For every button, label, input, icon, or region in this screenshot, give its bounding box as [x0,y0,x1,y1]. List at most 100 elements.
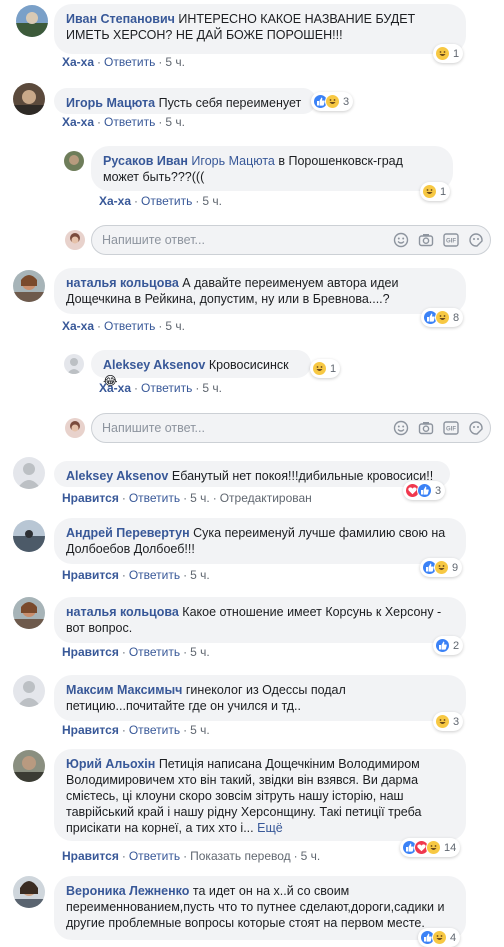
reaction-summary[interactable]: 4 [418,928,461,947]
reaction-button[interactable]: Нравится [62,645,119,659]
haha-icon [422,184,437,199]
comment-author[interactable]: Максим Максимыч [66,683,182,697]
reaction-button[interactable]: Нравится [62,723,119,737]
reaction-count: 1 [330,362,337,375]
comment-bubble: наталья кольцова А давайте переименуем а… [54,268,466,314]
see-more-link[interactable]: Ещё [257,821,283,835]
reaction-button[interactable]: Нравится [62,568,119,582]
avatar[interactable] [16,5,48,37]
reaction-count: 9 [452,561,459,574]
haha-icon [435,714,450,729]
avatar[interactable] [13,457,45,489]
comment-bubble: Иван Степанович ИНТЕРЕСНО КАКОЕ НАЗВАНИЕ… [54,4,466,54]
camera-icon[interactable] [418,420,434,436]
comment-time[interactable]: 5 ч. [190,491,210,505]
reaction-button[interactable]: Ха-ха [62,115,94,129]
reply-link[interactable]: Ответить [141,194,192,208]
reaction-button[interactable]: Ха-ха [99,381,131,395]
reaction-count: 2 [453,639,460,652]
reaction-summary[interactable]: 3 [433,712,464,731]
avatar[interactable] [64,151,84,171]
comment-author[interactable]: Aleksey Aksenov [103,358,205,372]
comment-actions: Нравится · Ответить · 5 ч. [62,723,210,737]
reaction-button[interactable]: Нравится [62,491,119,505]
reply-placeholder: Напишите ответ... [102,233,205,247]
reply-link[interactable]: Ответить [104,115,155,129]
reaction-summary[interactable]: 3 [311,92,354,111]
reaction-summary[interactable]: 1 [420,182,451,201]
comment-author[interactable]: наталья кольцова [66,605,179,619]
reaction-button[interactable]: Ха-ха [62,55,94,69]
reply-link[interactable]: Ответить [141,381,192,395]
reaction-summary[interactable]: 14 [400,838,461,857]
comment-time[interactable]: 5 ч. [190,645,210,659]
gif-icon[interactable]: GIF [443,420,459,436]
comment-bubble: Максим Максимыч гинеколог из Одессы пода… [54,675,466,721]
comment-author[interactable]: Вероника Лежненко [66,884,189,898]
comment-actions: Ха-ха · Ответить · 5 ч. [99,381,222,395]
gif-icon[interactable]: GIF [443,232,459,248]
comment-time[interactable]: 5 ч. [165,319,185,333]
reaction-button[interactable]: Ха-ха [62,319,94,333]
avatar[interactable] [13,597,45,629]
haha-icon [432,930,447,945]
comment-author[interactable]: Русаков Иван [103,154,188,168]
comment-author[interactable]: Игорь Мацюта [66,96,155,110]
avatar[interactable] [13,270,45,302]
reply-input[interactable]: Напишите ответ... GIF [91,413,491,443]
avatar[interactable] [64,354,84,374]
haha-icon [325,94,340,109]
comment-author[interactable]: наталья кольцова [66,276,179,290]
avatar[interactable] [13,675,45,707]
reaction-summary[interactable]: 3 [403,481,446,500]
emoji-icon[interactable] [393,232,409,248]
comment-author[interactable]: Иван Степанович [66,12,175,26]
avatar[interactable] [13,876,45,908]
reply-link[interactable]: Ответить [129,568,180,582]
reply-link[interactable]: Ответить [104,55,155,69]
reply-link[interactable]: Ответить [129,645,180,659]
haha-icon [312,361,327,376]
reply-link[interactable]: Ответить [104,319,155,333]
haha-icon [435,310,450,325]
emoji-icon[interactable] [393,420,409,436]
reaction-count: 3 [435,484,442,497]
reply-link[interactable]: Ответить [129,849,180,863]
comment-time[interactable]: 5 ч. [190,723,210,737]
comment-actions: Нравится · Ответить · 5 ч. · Отредактирован [62,491,312,505]
comment-time[interactable]: 5 ч. [301,849,321,863]
reaction-button[interactable]: Ха-ха [99,194,131,208]
reaction-count: 1 [440,185,447,198]
sticker-icon[interactable] [468,232,484,248]
reaction-summary[interactable]: 1 [310,359,341,378]
sticker-icon[interactable] [468,420,484,436]
reaction-summary[interactable]: 2 [433,636,464,655]
comment-time[interactable]: 5 ч. [190,568,210,582]
comment-time[interactable]: 5 ч. [165,55,185,69]
comment-author[interactable]: Андрей Перевертун [66,526,190,540]
avatar[interactable] [13,520,45,552]
comment-bubble: Aleksey Aksenov Кровосисинск😂 [91,350,311,388]
camera-icon[interactable] [418,232,434,248]
comment-author[interactable]: Aleksey Aksenov [66,469,168,483]
avatar[interactable] [13,83,45,115]
reaction-summary[interactable]: 8 [421,308,464,327]
reaction-count: 3 [453,715,460,728]
reaction-button[interactable]: Нравится [62,849,119,863]
comment-time[interactable]: 5 ч. [165,115,185,129]
avatar[interactable] [13,750,45,782]
comment-time[interactable]: 5 ч. [202,194,222,208]
comment-time[interactable]: 5 ч. [202,381,222,395]
comment-author[interactable]: Юрий Альохін [66,757,155,771]
reply-input[interactable]: Напишите ответ... GIF [91,225,491,255]
edited-label[interactable]: Отредактирован [220,491,312,505]
haha-icon [426,840,441,855]
reply-link[interactable]: Ответить [129,491,180,505]
reaction-summary[interactable]: 1 [433,44,464,63]
mention-link[interactable]: Игорь Мацюта [191,154,274,168]
reply-link[interactable]: Ответить [129,723,180,737]
reaction-summary[interactable]: 9 [420,558,463,577]
translate-link[interactable]: Показать перевод [190,849,291,863]
current-user-avatar [65,230,85,250]
reaction-count: 4 [450,931,457,944]
